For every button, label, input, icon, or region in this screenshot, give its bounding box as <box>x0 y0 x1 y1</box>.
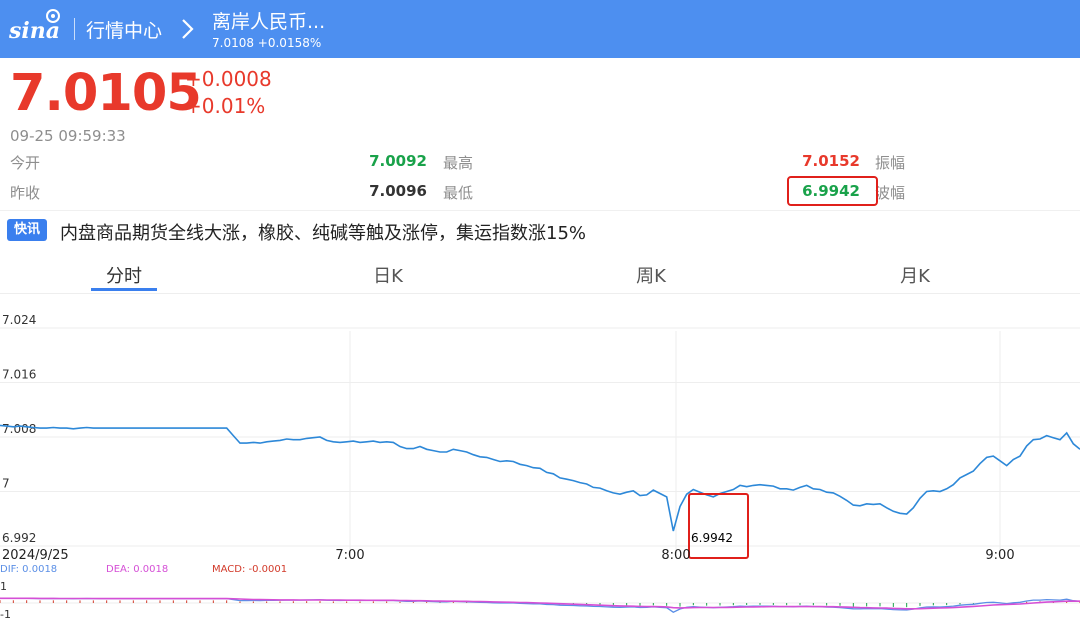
price-change-pct: +0.01% <box>185 94 266 118</box>
annotation-label: 6.9942 <box>691 531 733 545</box>
intraday-chart[interactable]: 7.024 7.016 7.008 7 6.992 6.9942 2024/9/25 7:… <box>0 300 1080 619</box>
macd-dea-label: DEA: 0.0018 <box>106 564 168 575</box>
news-headline[interactable]: 内盘商品期货全线大涨，橡胶、纯碱等触及涨停，集运指数涨15% <box>60 219 586 245</box>
market-center-link[interactable]: 行情中心 <box>86 16 162 43</box>
prev-close-value: 7.0096 <box>369 182 427 200</box>
news-badge: 快讯 <box>7 219 47 241</box>
x-tick-label: 8:00 <box>661 548 690 563</box>
volatility-label: 波幅 <box>875 184 906 202</box>
sina-logo-text: sina <box>8 18 60 44</box>
macd-y-bottom: -1 <box>0 608 11 619</box>
y-tick-label: 7.016 <box>2 368 36 382</box>
pair-title[interactable]: 离岸人民币... <box>212 7 325 34</box>
y-tick-label: 7.024 <box>2 313 36 327</box>
y-tick-label: 7.008 <box>2 422 36 436</box>
current-price: 7.0105 <box>10 64 202 123</box>
tab-weekly-k[interactable]: 周K <box>581 262 721 288</box>
x-tick-label: 2024/9/25 <box>2 548 69 563</box>
tab-monthly-k[interactable]: 月K <box>845 262 985 288</box>
annotation-box <box>688 493 749 559</box>
chevron-right-icon <box>182 19 194 39</box>
sina-logo[interactable]: sina <box>8 8 64 44</box>
y-tick-label: 6.992 <box>2 531 36 545</box>
high-label: 最高 <box>443 154 474 172</box>
macd-macd-label: MACD: -0.0001 <box>212 564 287 575</box>
highlight-box-low <box>787 176 878 206</box>
high-value: 7.0152 <box>802 152 860 170</box>
y-tick-label: 7 <box>2 477 10 491</box>
macd-y-top: 1 <box>0 580 7 593</box>
tab-daily-k[interactable]: 日K <box>318 262 458 288</box>
prev-close-label: 昨收 <box>10 184 41 202</box>
tabs-divider <box>0 293 1080 294</box>
price-line <box>0 424 1080 532</box>
x-tick-label: 9:00 <box>985 548 1014 563</box>
pair-subtitle: 7.0108 +0.0158% <box>212 36 322 50</box>
low-label: 最低 <box>443 184 474 202</box>
macd-dea-line <box>0 597 1080 610</box>
active-tab-indicator <box>91 288 157 291</box>
open-label: 今开 <box>10 154 41 172</box>
open-value: 7.0092 <box>369 152 427 170</box>
macd-dif-label: DIF: 0.0018 <box>0 564 57 575</box>
x-tick-label: 7:00 <box>335 548 364 563</box>
amplitude-label: 振幅 <box>875 154 906 172</box>
header-divider <box>74 18 75 40</box>
tab-intraday[interactable]: 分时 <box>54 262 194 288</box>
macd-dif-line <box>0 597 1080 613</box>
price-change: +0.0008 <box>185 67 272 91</box>
quote-timestamp: 09-25 09:59:33 <box>10 127 126 145</box>
